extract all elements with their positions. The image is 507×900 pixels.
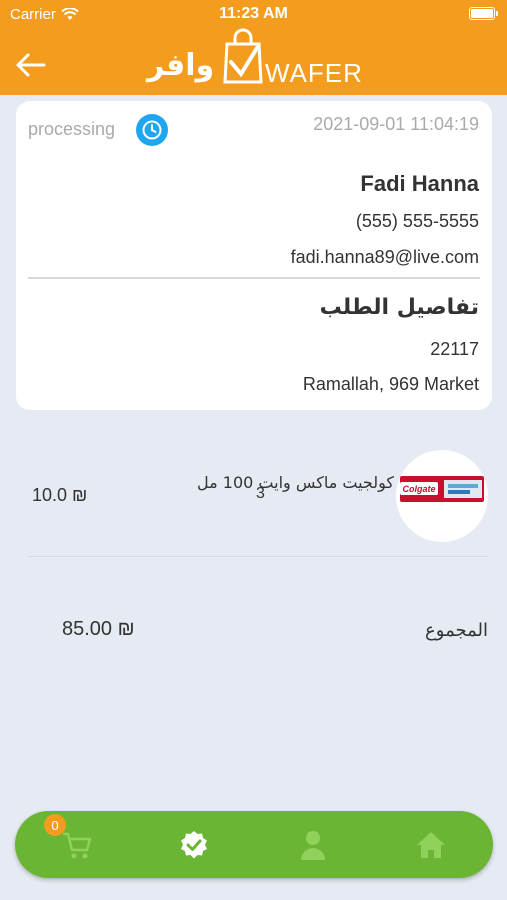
item-image: Colgate (396, 450, 488, 542)
clock-icon (136, 114, 168, 146)
cart-count-badge: 0 (44, 814, 66, 836)
nav-profile-button[interactable] (295, 827, 331, 863)
nav-orders-button[interactable] (176, 827, 212, 863)
colgate-product-image: Colgate (400, 476, 484, 502)
arrow-left-icon (16, 53, 46, 77)
nav-cart-button[interactable] (59, 827, 95, 863)
app-header: Carrier 11:23 AM وافر WAFER (0, 0, 507, 95)
logo-arabic-text: وافر (147, 48, 215, 83)
cart-icon (63, 832, 92, 859)
home-icon (417, 832, 445, 858)
bottom-nav-bar: 0 (15, 811, 493, 878)
back-button[interactable] (14, 48, 48, 82)
postal-code: 22117 (430, 339, 479, 359)
status-bar: Carrier 11:23 AM (0, 0, 507, 30)
item-price: 10.0 ₪ (32, 485, 88, 505)
customer-phone: (555) 555-5555 (355, 211, 479, 231)
item-name: كولجيت ماكس وايت 100 مل (196, 473, 394, 492)
order-status: processing (28, 119, 116, 139)
customer-email: fadi.hanna89@live.com (290, 247, 479, 267)
customer-name: Fadi Hanna (360, 171, 479, 196)
card-divider (28, 277, 480, 279)
total-value: 85.00 ₪ (62, 618, 135, 640)
order-date: 2021-09-01 11:04:19 (313, 114, 479, 134)
item-divider (28, 556, 488, 557)
profile-icon (301, 831, 325, 860)
delivery-address: Ramallah, 969 Market (302, 374, 479, 394)
order-item-row: 10.0 ₪ 3 كولجيت ماكس وايت 100 مل Colgate (28, 450, 488, 544)
svg-text:Colgate: Colgate (402, 484, 435, 494)
verified-check-icon (181, 831, 207, 859)
order-summary-card: processing 2021-09-01 11:04:19 Fadi Hann… (16, 101, 492, 410)
logo-english-text: WAFER (265, 58, 363, 88)
order-details-title: تفاصيل الطلب (319, 295, 479, 320)
battery-icon (469, 7, 498, 20)
shopping-bag-logo-icon (223, 28, 263, 84)
nav-home-button[interactable] (413, 827, 449, 863)
total-label: المجموع (425, 620, 488, 641)
wafer-logo: وافر WAFER (145, 28, 365, 88)
status-time: 11:23 AM (219, 5, 288, 22)
